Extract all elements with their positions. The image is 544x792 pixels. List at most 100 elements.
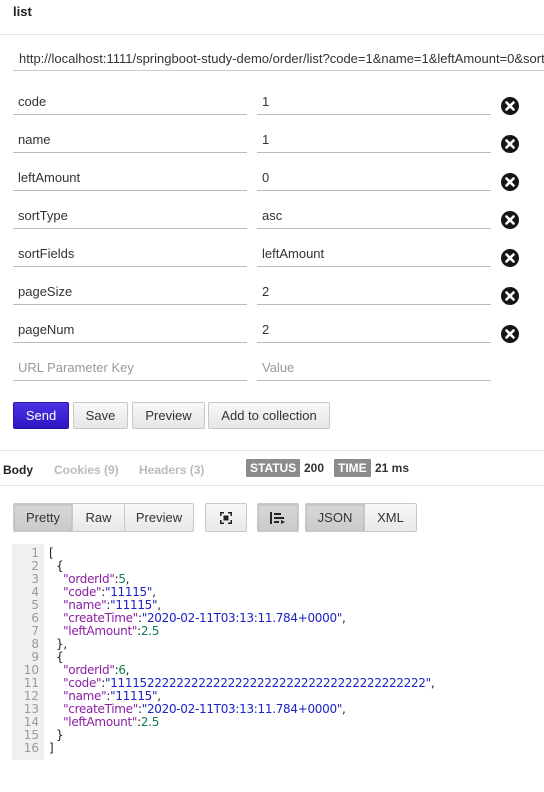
divider xyxy=(0,485,544,486)
param-row: code 1 xyxy=(0,89,544,127)
json-punct: , xyxy=(430,676,435,690)
json-punct: { xyxy=(49,650,64,664)
json-key: "orderId" xyxy=(63,572,115,586)
param-row-empty: URL Parameter Key Value xyxy=(0,355,544,393)
json-punct: , xyxy=(125,572,130,586)
close-circle-icon[interactable] xyxy=(501,173,519,191)
param-value-input[interactable]: leftAmount xyxy=(257,241,491,267)
json-punct: , xyxy=(125,663,130,677)
tab-body[interactable]: Body xyxy=(3,463,33,477)
param-key-input[interactable]: sortType xyxy=(13,203,247,229)
json-key: "name" xyxy=(63,689,107,703)
xml-format-button[interactable]: XML xyxy=(364,503,417,532)
wrap-lines-icon xyxy=(270,512,285,524)
close-circle-icon[interactable] xyxy=(501,97,519,115)
add-to-collection-button[interactable]: Add to collection xyxy=(208,402,330,429)
param-key-input[interactable]: code xyxy=(13,89,247,115)
param-row: leftAmount 0 xyxy=(0,165,544,203)
param-key-input[interactable]: sortFields xyxy=(13,241,247,267)
json-punct: [ xyxy=(49,546,54,560)
send-button[interactable]: Send xyxy=(13,402,69,429)
json-string: "11115" xyxy=(105,585,153,599)
tab-cookies[interactable]: Cookies (9) xyxy=(54,463,119,477)
json-punct xyxy=(49,598,63,612)
json-string: "2020-02-11T03:13:11.784+0000" xyxy=(141,702,343,716)
param-value-input[interactable]: Value xyxy=(257,355,491,381)
preview-mode-button[interactable]: Preview xyxy=(124,503,194,532)
json-punct: , xyxy=(342,702,346,716)
param-value-input[interactable]: 1 xyxy=(257,127,491,153)
close-circle-icon[interactable] xyxy=(501,211,519,229)
param-value-input[interactable]: 2 xyxy=(257,317,491,343)
json-string: "111152222222222222222222222222222222222… xyxy=(105,676,431,690)
request-title: list xyxy=(13,4,32,19)
param-row: sortFields leftAmount xyxy=(0,241,544,279)
time-badge: TIME xyxy=(334,459,371,477)
json-number: 5 xyxy=(118,572,126,586)
json-punct: , xyxy=(342,611,346,625)
param-value-input[interactable]: 0 xyxy=(257,165,491,191)
json-punct xyxy=(49,715,63,729)
json-punct xyxy=(49,676,63,690)
json-key: "leftAmount" xyxy=(63,715,138,729)
close-circle-icon[interactable] xyxy=(501,325,519,343)
json-punct: , xyxy=(157,689,161,703)
json-punct xyxy=(49,689,63,703)
param-key-input[interactable]: leftAmount xyxy=(13,165,247,191)
json-punct: { xyxy=(49,559,64,573)
fullscreen-icon xyxy=(220,512,232,524)
json-key: "code" xyxy=(63,585,102,599)
json-string: "11115" xyxy=(110,598,158,612)
param-row: sortType asc xyxy=(0,203,544,241)
json-punct: } xyxy=(49,728,64,742)
json-punct: , xyxy=(152,585,156,599)
preview-button[interactable]: Preview xyxy=(132,402,205,429)
time-value: 21 ms xyxy=(375,461,410,475)
pretty-mode-button[interactable]: Pretty xyxy=(13,503,73,532)
json-key: "orderId" xyxy=(63,663,115,677)
json-number: 2.5 xyxy=(140,715,160,729)
status-badge: STATUS xyxy=(246,459,301,477)
json-key: "leftAmount" xyxy=(63,624,138,638)
json-punct xyxy=(49,663,63,677)
json-number: 2.5 xyxy=(140,624,160,638)
fullscreen-button[interactable] xyxy=(205,503,247,532)
param-key-input[interactable]: name xyxy=(13,127,247,153)
json-punct: ] xyxy=(49,741,54,755)
json-punct: , xyxy=(157,598,161,612)
line-number-gutter: 1 2 3 4 5 6 7 8 9 10 11 12 13 14 15 16 xyxy=(12,544,44,760)
wrap-lines-button[interactable] xyxy=(257,503,299,532)
line-number: 16 xyxy=(23,741,39,755)
raw-mode-button[interactable]: Raw xyxy=(72,503,125,532)
json-punct xyxy=(49,585,63,599)
param-key-input[interactable]: URL Parameter Key xyxy=(13,355,247,381)
json-string: "2020-02-11T03:13:11.784+0000" xyxy=(141,611,343,625)
param-row: pageNum 2 xyxy=(0,317,544,355)
save-button[interactable]: Save xyxy=(73,402,128,429)
close-circle-icon[interactable] xyxy=(501,135,519,153)
tab-headers[interactable]: Headers (3) xyxy=(139,463,204,477)
json-punct: }, xyxy=(49,637,67,651)
close-circle-icon[interactable] xyxy=(501,249,519,267)
url-input[interactable]: http://localhost:1111/springboot-study-d… xyxy=(13,47,544,71)
param-row: name 1 xyxy=(0,127,544,165)
code-line: "leftAmount":2.5 xyxy=(49,716,159,729)
json-key: "createTime" xyxy=(63,702,138,716)
param-key-input[interactable]: pageNum xyxy=(13,317,247,343)
divider xyxy=(0,450,544,451)
param-value-input[interactable]: asc xyxy=(257,203,491,229)
close-circle-icon[interactable] xyxy=(501,287,519,305)
json-key: "code" xyxy=(63,676,102,690)
json-number: 6 xyxy=(118,663,126,677)
json-key: "createTime" xyxy=(63,611,138,625)
json-punct xyxy=(49,624,63,638)
param-value-input[interactable]: 2 xyxy=(257,279,491,305)
json-format-button[interactable]: JSON xyxy=(305,503,365,532)
json-punct xyxy=(49,702,63,716)
json-key: "name" xyxy=(63,598,107,612)
param-key-input[interactable]: pageSize xyxy=(13,279,247,305)
json-string: "11115" xyxy=(110,689,158,703)
json-punct xyxy=(49,611,63,625)
param-value-input[interactable]: 1 xyxy=(257,89,491,115)
response-body-viewer[interactable]: 1 2 3 4 5 6 7 8 9 10 11 12 13 14 15 16 [ { "orderId":5,… xyxy=(12,544,544,760)
